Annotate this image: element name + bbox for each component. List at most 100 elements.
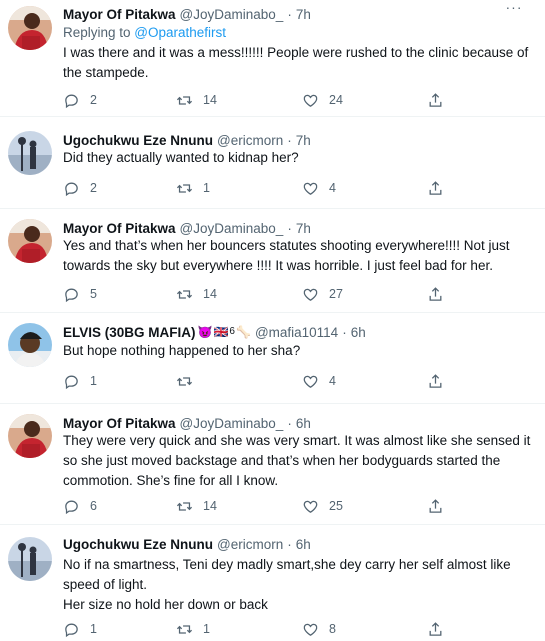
like-button[interactable]: 4 bbox=[302, 372, 336, 390]
display-name[interactable]: ELVIS (30BG MAFIA) bbox=[63, 325, 196, 340]
tweet[interactable]: Mayor Of Pitakwa @JoyDaminabo_ · 6h They… bbox=[0, 404, 545, 525]
user-handle[interactable]: @ericmorn bbox=[217, 537, 283, 552]
retweet-count: 1 bbox=[203, 181, 210, 195]
tweet-header: Ugochukwu Eze Nnunu @ericmorn · 7h bbox=[63, 130, 311, 150]
share-button[interactable] bbox=[427, 179, 454, 197]
uk-flag-icon: 🇬🇧 bbox=[213, 325, 229, 339]
retweet-count: 1 bbox=[203, 622, 210, 636]
tweet[interactable]: Ugochukwu Eze Nnunu @ericmorn · 7h Did t… bbox=[0, 117, 545, 209]
reply-count: 2 bbox=[90, 93, 97, 107]
avatar[interactable] bbox=[8, 414, 52, 458]
timestamp[interactable]: 7h bbox=[296, 221, 311, 236]
tweet-header: Mayor Of Pitakwa @JoyDaminabo_ · 7h bbox=[63, 4, 311, 24]
share-button[interactable] bbox=[427, 372, 454, 390]
display-name[interactable]: Mayor Of Pitakwa bbox=[63, 7, 176, 22]
tweet[interactable]: Ugochukwu Eze Nnunu @ericmorn · 6h No if… bbox=[0, 525, 545, 641]
reply-icon bbox=[65, 500, 78, 514]
share-button[interactable] bbox=[427, 497, 454, 515]
retweet-button[interactable]: 14 bbox=[176, 285, 217, 303]
user-handle[interactable]: @mafia10114 bbox=[255, 325, 338, 340]
retweet-button[interactable]: 1 bbox=[176, 179, 210, 197]
share-icon bbox=[429, 180, 442, 195]
reply-thread: Mayor Of Pitakwa @JoyDaminabo_ · 7h ··· … bbox=[0, 0, 545, 641]
tweet-text-line: I was there and it was a mess!!!!!! Peop… bbox=[63, 45, 529, 80]
reply-icon bbox=[65, 375, 78, 389]
reply-icon bbox=[65, 623, 78, 637]
like-button[interactable]: 4 bbox=[302, 179, 336, 197]
retweet-button[interactable]: 14 bbox=[176, 497, 217, 515]
separator-dot: · bbox=[287, 132, 292, 148]
tweet-text-line: They were very quick and she was very sm… bbox=[63, 433, 531, 488]
retweet-button[interactable]: 14 bbox=[176, 91, 217, 109]
reply-button[interactable]: 1 bbox=[63, 620, 97, 638]
reply-button[interactable]: 1 bbox=[63, 372, 97, 390]
avatar[interactable] bbox=[8, 131, 52, 175]
share-icon bbox=[429, 498, 442, 513]
tweet-text: Yes and that’s when her bouncers statute… bbox=[63, 236, 533, 276]
tweet-text-line: No if na smartness, Teni dey madly smart… bbox=[63, 557, 511, 592]
display-name[interactable]: Ugochukwu Eze Nnunu bbox=[63, 537, 213, 552]
user-handle[interactable]: @ericmorn bbox=[217, 133, 283, 148]
avatar[interactable] bbox=[8, 219, 52, 263]
timestamp[interactable]: 6h bbox=[296, 416, 311, 431]
like-icon bbox=[303, 182, 318, 195]
avatar[interactable] bbox=[8, 537, 52, 581]
tweet-actions: 2 14 24 bbox=[63, 91, 533, 109]
badge-number: 6 bbox=[229, 326, 235, 337]
tweet-header: Ugochukwu Eze Nnunu @ericmorn · 6h bbox=[63, 534, 311, 554]
share-button[interactable] bbox=[427, 620, 454, 638]
display-name[interactable]: Mayor Of Pitakwa bbox=[63, 416, 176, 431]
separator-dot: · bbox=[287, 220, 292, 236]
share-button[interactable] bbox=[427, 91, 454, 109]
avatar[interactable] bbox=[8, 323, 52, 367]
tweet-text: But hope nothing happened to her sha? bbox=[63, 341, 533, 361]
retweet-icon bbox=[176, 95, 193, 105]
reply-button[interactable]: 2 bbox=[63, 91, 97, 109]
timestamp[interactable]: 6h bbox=[351, 325, 366, 340]
share-button[interactable] bbox=[427, 285, 454, 303]
more-icon[interactable]: ··· bbox=[505, 0, 523, 16]
like-icon bbox=[303, 94, 318, 107]
tweet-text-line: Did they actually wanted to kidnap her? bbox=[63, 150, 299, 165]
timestamp[interactable]: 7h bbox=[296, 7, 311, 22]
tweet-actions: 1 1 8 bbox=[63, 620, 533, 638]
separator-dot: · bbox=[287, 536, 292, 552]
like-count: 24 bbox=[329, 93, 343, 107]
tweet[interactable]: Mayor Of Pitakwa @JoyDaminabo_ · 7h Yes … bbox=[0, 209, 545, 313]
retweet-button[interactable] bbox=[176, 372, 203, 390]
bone-emoji-icon: 🦴 bbox=[235, 325, 251, 339]
user-handle[interactable]: @JoyDaminabo_ bbox=[180, 7, 284, 22]
separator-dot: · bbox=[287, 6, 292, 22]
display-name[interactable]: Ugochukwu Eze Nnunu bbox=[63, 133, 213, 148]
like-count: 8 bbox=[329, 622, 336, 636]
tweet-actions: 1 4 bbox=[63, 372, 533, 390]
tweet[interactable]: ELVIS (30BG MAFIA) 😈 🇬🇧 6 🦴 @mafia10114 … bbox=[0, 313, 545, 404]
like-icon bbox=[303, 500, 318, 513]
like-count: 4 bbox=[329, 181, 336, 195]
like-button[interactable]: 8 bbox=[302, 620, 336, 638]
tweet-text-line: But hope nothing happened to her sha? bbox=[63, 343, 301, 358]
retweet-button[interactable]: 1 bbox=[176, 620, 210, 638]
like-button[interactable]: 24 bbox=[302, 91, 343, 109]
reply-button[interactable]: 2 bbox=[63, 179, 97, 197]
reply-button[interactable]: 6 bbox=[63, 497, 97, 515]
tweet[interactable]: Mayor Of Pitakwa @JoyDaminabo_ · 7h ··· … bbox=[0, 0, 545, 117]
retweet-icon bbox=[176, 289, 193, 299]
avatar[interactable] bbox=[8, 6, 52, 50]
reply-icon bbox=[65, 288, 78, 302]
like-button[interactable]: 27 bbox=[302, 285, 343, 303]
user-handle[interactable]: @JoyDaminabo_ bbox=[180, 416, 284, 431]
reply-button[interactable]: 5 bbox=[63, 285, 97, 303]
timestamp[interactable]: 7h bbox=[296, 133, 311, 148]
mention-link[interactable]: @Oparathefirst bbox=[134, 25, 226, 40]
tweet-header: ELVIS (30BG MAFIA) 😈 🇬🇧 6 🦴 @mafia10114 … bbox=[63, 322, 366, 342]
like-icon bbox=[303, 623, 318, 636]
tweet-actions: 5 14 27 bbox=[63, 285, 533, 303]
reply-count: 1 bbox=[90, 374, 97, 388]
like-button[interactable]: 25 bbox=[302, 497, 343, 515]
separator-dot: · bbox=[287, 415, 292, 431]
user-handle[interactable]: @JoyDaminabo_ bbox=[180, 221, 284, 236]
timestamp[interactable]: 6h bbox=[296, 537, 311, 552]
share-icon bbox=[429, 373, 442, 388]
display-name[interactable]: Mayor Of Pitakwa bbox=[63, 221, 176, 236]
